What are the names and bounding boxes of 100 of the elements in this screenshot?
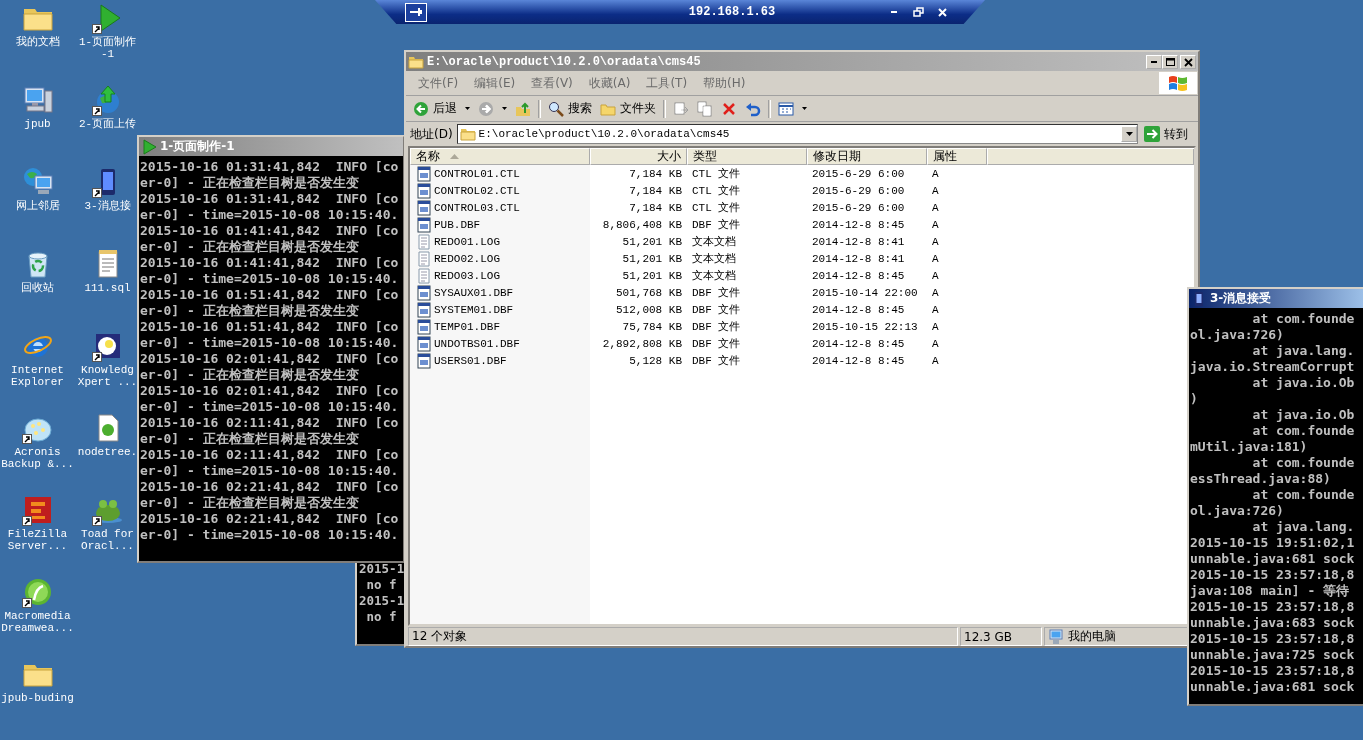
dropdown-button[interactable] [1121,126,1137,142]
console-line: ol.java:726) [1190,327,1285,343]
caret-icon [802,107,807,110]
column-header[interactable]: 名称 [410,148,590,165]
file-name[interactable]: CONTROL01.CTL [434,167,520,180]
desktop-icon-label[interactable]: Internet Explorer [11,364,64,388]
desktop-icon-label[interactable]: 回收站 [21,282,54,294]
console-line: unnable.java:681 sock [1190,551,1356,567]
close-button[interactable] [935,5,949,19]
file-type: 文本文档 [691,235,737,249]
go-button[interactable]: 转到 [1142,125,1194,143]
desktop-icon-label[interactable]: jpub-buding [1,692,74,704]
minimize-icon [1151,60,1157,63]
console-line: er-0] - 正在检查栏目树是否发生变 [140,495,360,511]
status-text: 12.3 GB [964,629,1013,644]
toolbar-button[interactable]: 搜索 [545,98,595,119]
database-file-icon[interactable] [416,165,432,182]
status-text: 12 个对象 [412,628,468,645]
console-line: er-0] - 正在检查栏目树是否发生变 [140,175,360,191]
file-name[interactable]: REDO01.LOG [434,235,500,248]
file-size: 7,184 KB [628,167,683,180]
console-line: er-0] - time=2015-10-08 10:15:40. [140,271,400,287]
desktop-icon-label[interactable]: Toad for Oracl... [81,528,134,552]
database-file-icon[interactable] [416,301,432,318]
console-line: 2015-10-16 02:21:41,842 INFO [co [140,511,400,527]
file-name[interactable]: CONTROL02.CTL [434,184,520,197]
database-file-icon[interactable] [416,199,432,216]
shortcut-arrow-icon [91,188,102,198]
undo-icon [745,100,761,117]
file-size: 51,201 KB [621,252,683,265]
copy-icon [697,100,713,117]
database-file-icon[interactable] [416,182,432,199]
desktop-icon-label[interactable]: 2-页面上传 [78,118,137,130]
file-name[interactable]: PUB.DBF [434,218,481,231]
file-name[interactable]: REDO02.LOG [434,252,500,265]
address-field[interactable]: E:\oracle\product\10.2.0\oradata\cms45 [456,124,1138,144]
column-header[interactable]: 大小 [590,148,687,165]
desktop-icon-label[interactable]: nodetree. [77,446,138,458]
desktop-icon-label[interactable]: Knowledg Xpert ... [77,364,138,388]
modified-date: 2014-12-8 8:45 [811,354,906,367]
desktop-icon-label[interactable]: Macromedia Dreamwea... [1,610,74,634]
modified-date: 2014-12-8 8:41 [811,235,906,248]
console-line: at java.io.Ob [1251,407,1356,423]
sort-arrow-icon [450,154,459,159]
console-line: 2015-10-16 02:21:41,842 INFO [co [140,479,400,495]
desktop-icon-label[interactable]: 网上邻居 [15,200,60,212]
menu-item[interactable]: 编辑(E) [466,72,524,94]
toolbar-button[interactable]: 后退 [410,98,460,119]
desktop-icon-label[interactable]: jpub [24,118,51,130]
windows-flag-icon [1167,73,1189,93]
file-name[interactable]: SYSTEM01.DBF [434,303,514,316]
modified-date: 2015-6-29 6:00 [811,201,906,214]
desktop-icon-label[interactable]: 我的文档 [15,36,60,48]
database-file-icon[interactable] [416,216,432,233]
console-line: at java.lang. [1251,519,1356,535]
file-size: 5,128 KB [628,354,683,367]
console-line: 2015-10-15 23:57:18,8 [1190,567,1356,583]
file-type: DBF 文件 [691,218,742,232]
database-file-icon[interactable] [416,352,432,369]
menu-item[interactable]: 查看(V) [523,72,581,94]
caret-icon [502,107,507,110]
dropdown-button[interactable] [462,105,473,112]
dropdown-button[interactable] [799,105,810,112]
menu-item[interactable]: 收藏(A) [580,72,639,94]
column-header[interactable]: 属性 [927,148,987,165]
menu-item[interactable]: 文件(F) [410,72,467,94]
database-file-icon[interactable] [416,335,432,352]
close-icon [1182,56,1194,67]
up-folder-icon [515,100,531,117]
restore-button[interactable] [911,5,925,19]
column-header[interactable]: 修改日期 [807,148,927,165]
pin-button[interactable] [405,2,427,22]
desktop-icon-label[interactable]: 1-页面制作 -1 [78,36,137,60]
database-file-icon[interactable] [416,318,432,335]
file-name[interactable]: UNDOTBS01.DBF [434,337,520,350]
modified-date: 2015-10-14 22:00 [811,286,919,299]
desktop-icon-label[interactable]: 3-消息接 [84,200,131,212]
console-line: 2015-10-16 01:31:41,842 INFO [co [140,191,400,207]
toolbar-button[interactable]: 文件夹 [597,98,659,119]
file-name[interactable]: REDO03.LOG [434,269,500,282]
file-name[interactable]: SYSAUX01.DBF [434,286,514,299]
desktop-icon-label[interactable]: 111.sql [84,282,131,294]
desktop-icon-label[interactable]: FileZilla Server... [7,528,68,552]
shortcut-arrow-icon [21,516,32,526]
file-name[interactable]: USERS01.DBF [434,354,507,367]
file-size: 7,184 KB [628,184,683,197]
menu-item[interactable]: 帮助(H) [695,72,754,94]
database-file-icon[interactable] [416,284,432,301]
computer-icon[interactable] [21,84,54,116]
file-type: DBF 文件 [691,320,742,334]
status-text: 我的电脑 [1068,628,1116,645]
desktop-icon-label[interactable]: Acronis Backup &... [1,446,74,470]
file-name[interactable]: CONTROL03.CTL [434,201,520,214]
console-line: ol.java:726) [1190,503,1285,519]
console-line: 2015-10-16 02:11:41,842 INFO [co [140,447,400,463]
file-name[interactable]: TEMP01.DBF [434,320,500,333]
file-attribute: A [931,235,940,248]
menu-item[interactable]: 工具(T) [638,72,696,94]
column-header[interactable]: 类型 [687,148,807,165]
file-attribute: A [931,320,940,333]
